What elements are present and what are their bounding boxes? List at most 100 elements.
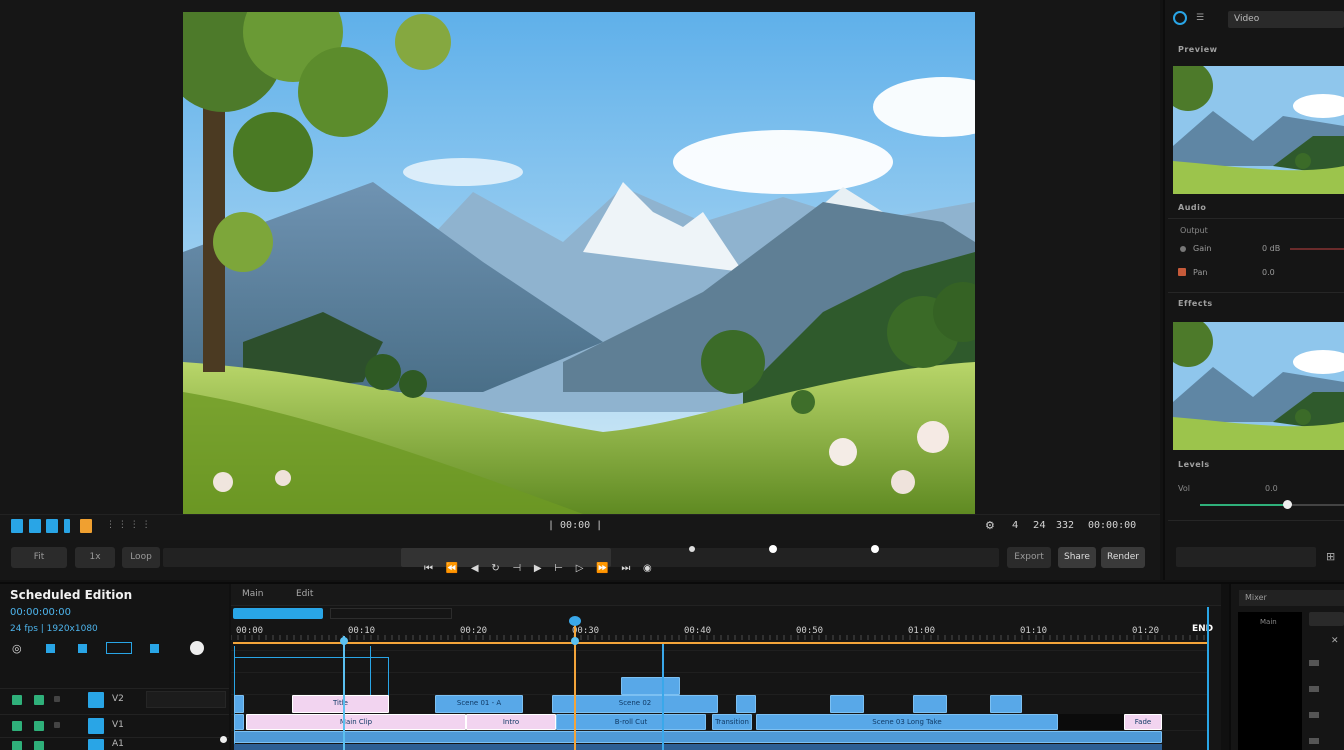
record-arm-icon[interactable] — [1178, 268, 1186, 276]
clip-transition[interactable]: Transition — [712, 714, 752, 730]
share-button[interactable]: Share — [1058, 547, 1096, 568]
eye-icon[interactable] — [12, 695, 22, 705]
clip-scene-02[interactable]: Scene 02 — [552, 695, 718, 713]
panel-title: Scheduled Edition — [10, 588, 133, 602]
render-button[interactable]: Render — [1101, 547, 1145, 568]
mixer-ctrl[interactable] — [1309, 738, 1319, 744]
playhead-marker[interactable] — [571, 637, 579, 645]
clip-main[interactable]: Main Clip — [246, 714, 466, 730]
section-preview-label: Preview — [1178, 45, 1218, 54]
gain-label: Gain — [1193, 244, 1212, 253]
track-field[interactable] — [146, 691, 226, 708]
mute-icon[interactable] — [54, 696, 60, 702]
clip-intro[interactable]: Intro — [466, 714, 556, 730]
vol-slider-knob[interactable] — [1283, 500, 1292, 509]
video-preview[interactable] — [183, 12, 975, 514]
clip-block[interactable] — [234, 714, 244, 730]
track-color-icon[interactable] — [88, 739, 104, 750]
clip-block[interactable] — [913, 695, 947, 713]
playhead-secondary-knob[interactable] — [340, 637, 348, 645]
clip-broll[interactable]: B-roll Cut — [556, 714, 706, 730]
eye-icon[interactable] — [12, 741, 22, 750]
step-back-icon[interactable]: ◀ — [471, 563, 479, 574]
track-label: V2 — [112, 694, 124, 704]
track-toggle-icon[interactable] — [11, 519, 23, 533]
clip-scene-03[interactable]: Scene 03 Long Take — [756, 714, 1058, 730]
fps-readout: 24 — [1033, 520, 1046, 531]
clip-block[interactable] — [234, 695, 244, 713]
frame-fwd-icon[interactable]: ⏩ — [596, 563, 608, 574]
lock-icon[interactable] — [34, 741, 44, 750]
tool-icon[interactable] — [150, 644, 159, 653]
playhead-knob[interactable] — [569, 616, 581, 626]
add-track-icon[interactable] — [190, 641, 204, 655]
target-icon[interactable]: ◎ — [12, 642, 22, 655]
loop-icon[interactable]: ↻ — [491, 563, 499, 574]
inspector-header[interactable]: Video — [1228, 11, 1344, 28]
fit-button[interactable]: Fit — [11, 547, 67, 568]
mixer-ctrl[interactable] — [1309, 712, 1319, 718]
menu-icon[interactable]: ☰ — [1196, 13, 1204, 23]
tool-icon[interactable] — [106, 642, 132, 654]
track-toggle-icon[interactable] — [46, 519, 58, 533]
mixer-x-icon[interactable]: ✕ — [1331, 636, 1339, 646]
warning-icon[interactable] — [80, 519, 92, 533]
mark-out-icon[interactable]: ⊢ — [554, 563, 563, 574]
settings-gear-icon[interactable]: ⚙ — [985, 519, 995, 532]
thumb-landscape-2 — [1173, 322, 1344, 450]
guide-line — [388, 657, 389, 697]
app-logo-icon — [1173, 11, 1187, 25]
skip-end-icon[interactable]: ⏭ — [621, 563, 630, 574]
scrub-marker[interactable] — [871, 545, 879, 553]
preview-thumbnail[interactable] — [1173, 66, 1344, 194]
clip-block[interactable] — [990, 695, 1022, 713]
audio-clip-2[interactable] — [234, 744, 1162, 750]
add-icon[interactable]: ⊞ — [1326, 550, 1335, 563]
ins-search-field[interactable] — [1176, 547, 1316, 567]
zoom-button[interactable]: 1x — [75, 547, 115, 568]
record-icon[interactable]: ◉ — [643, 563, 652, 574]
tool-icon[interactable] — [46, 644, 55, 653]
mixer-btn[interactable] — [1309, 612, 1344, 626]
effect-thumbnail[interactable] — [1173, 322, 1344, 450]
vol-value: 0.0 — [1265, 484, 1278, 493]
mute-icon[interactable] — [54, 722, 60, 728]
play-icon[interactable]: ▶ — [534, 563, 542, 574]
clip-block[interactable] — [736, 695, 756, 713]
track-color-icon[interactable] — [88, 692, 104, 708]
divider — [1168, 292, 1344, 293]
clip-scene-01a[interactable]: Scene 01 - A — [435, 695, 523, 713]
playhead-secondary[interactable] — [343, 636, 345, 750]
gain-slider[interactable] — [1290, 248, 1344, 250]
in-out-range[interactable] — [233, 642, 1209, 644]
export-button[interactable]: Export — [1007, 547, 1051, 568]
audio-clip[interactable] — [234, 731, 1162, 743]
tool-icon[interactable] — [78, 644, 87, 653]
track-toggle-icon[interactable] — [29, 519, 41, 533]
clip-title[interactable]: Title — [292, 695, 389, 713]
frame-back-icon[interactable]: ⏪ — [446, 563, 458, 574]
track-color-icon[interactable] — [88, 718, 104, 734]
track-toggle-icon[interactable] — [64, 519, 70, 533]
tab-main[interactable]: Main — [242, 589, 264, 599]
skip-start-icon[interactable]: ⏮ — [424, 563, 433, 574]
pan-value: 0.0 — [1262, 268, 1275, 277]
mixer-ctrl[interactable] — [1309, 660, 1319, 666]
vol-slider-track[interactable] — [1288, 504, 1344, 506]
clip-fade[interactable]: Fade — [1124, 714, 1162, 730]
scrub-marker[interactable] — [769, 545, 777, 553]
lock-icon[interactable] — [34, 721, 44, 731]
scrub-marker[interactable] — [689, 546, 695, 552]
mark-in-icon[interactable]: ⊣ — [512, 563, 521, 574]
clip-block[interactable] — [621, 677, 680, 695]
clip-block[interactable] — [830, 695, 864, 713]
time-ruler[interactable] — [230, 620, 1209, 642]
keyframe-dot[interactable] — [220, 736, 227, 743]
eye-icon[interactable] — [12, 721, 22, 731]
tab-edit[interactable]: Edit — [296, 589, 313, 599]
loop-button[interactable]: Loop — [122, 547, 160, 568]
work-area-bar[interactable] — [233, 608, 323, 619]
lock-icon[interactable] — [34, 695, 44, 705]
step-fwd-icon[interactable]: ▷ — [576, 563, 584, 574]
mixer-ctrl[interactable] — [1309, 686, 1319, 692]
